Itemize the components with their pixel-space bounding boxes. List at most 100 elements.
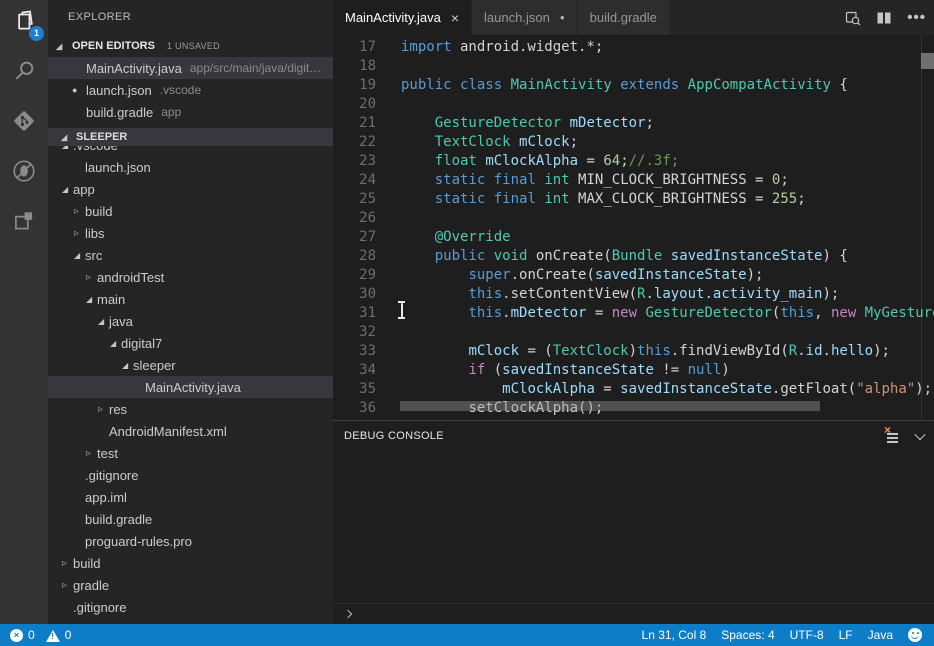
explorer-badge: 1	[29, 26, 44, 41]
status-indentation[interactable]: Spaces: 4	[721, 628, 774, 642]
open-editor-item-build-gradle[interactable]: build.gradleapp	[48, 101, 333, 123]
token: final	[494, 191, 536, 207]
open-preview-icon[interactable]	[845, 10, 861, 26]
token: TextClock	[435, 134, 511, 150]
token	[401, 229, 435, 245]
debug-console-input[interactable]	[333, 603, 934, 624]
token: final	[494, 172, 536, 188]
token	[401, 305, 468, 321]
token	[401, 362, 468, 378]
vertical-scrollbar-track[interactable]	[921, 35, 934, 420]
tree-item-vscode[interactable]: ◢.vscode	[48, 146, 333, 156]
status-cursor-position[interactable]: Ln 31, Col 8	[642, 628, 707, 642]
token: ;	[645, 115, 653, 131]
horizontal-scrollbar[interactable]	[400, 401, 820, 411]
token	[485, 191, 493, 207]
tree-item-build[interactable]: ▹build	[48, 200, 333, 222]
vertical-scrollbar-thumb[interactable]	[921, 53, 934, 69]
token: ;	[620, 153, 628, 169]
clear-console-icon[interactable]: ×	[884, 428, 900, 444]
tree-item-androidtest[interactable]: ▹androidTest	[48, 266, 333, 288]
token	[679, 77, 687, 93]
token: .onCreate(	[511, 267, 595, 283]
code-text: float mClockAlpha = 64;//.3f;	[401, 152, 679, 171]
more-actions-icon[interactable]: •••	[907, 10, 926, 26]
extensions-icon	[11, 208, 37, 237]
split-editor-icon[interactable]	[876, 10, 892, 26]
tree-item-launch-json[interactable]: launch.json	[48, 156, 333, 178]
tree-item-build[interactable]: ▹build	[48, 552, 333, 574]
tree-item-libs[interactable]: ▹libs	[48, 222, 333, 244]
open-editor-item-launch-json[interactable]: ●launch.json.vscode	[48, 79, 333, 101]
section-header-sleeper[interactable]: ◢ SLEEPER	[48, 128, 333, 146]
token: )	[629, 343, 637, 359]
tree-item-label: src	[85, 248, 102, 263]
twistie-expanded-icon: ◢	[61, 133, 72, 142]
code-line: 24 static final int MIN_CLOCK_BRIGHTNESS…	[333, 171, 934, 190]
line-number: 33	[333, 342, 376, 361]
tree-item-res[interactable]: ▹res	[48, 398, 333, 420]
tree-item-main[interactable]: ◢main	[48, 288, 333, 310]
token: =	[578, 153, 603, 169]
open-editors-header[interactable]: ◢ OPEN EDITORS 1 UNSAVED	[48, 35, 333, 57]
open-editor-item-mainactivity-java[interactable]: MainActivity.javaapp/src/main/java/digit…	[48, 57, 333, 79]
search-activity-button[interactable]	[10, 58, 38, 86]
code-line: 32	[333, 323, 934, 342]
tree-item-app-iml[interactable]: app.iml	[48, 486, 333, 508]
tree-item-test[interactable]: ▹test	[48, 442, 333, 464]
token: )	[721, 362, 729, 378]
token: R	[789, 343, 797, 359]
tree-item-androidmanifest-xml[interactable]: AndroidManifest.xml	[48, 420, 333, 442]
explorer-activity-button[interactable]: 1	[10, 8, 38, 36]
code-editor[interactable]: 17import android.widget.*;1819public cla…	[333, 35, 934, 420]
code-line: 33 mClock = (TextClock)this.findViewById…	[333, 342, 934, 361]
close-panel-chevron-icon[interactable]	[914, 429, 925, 440]
tree-item-java[interactable]: ◢java	[48, 310, 333, 332]
tree-item-src[interactable]: ◢src	[48, 244, 333, 266]
tree-item-digital7[interactable]: ◢digital7	[48, 332, 333, 354]
code-text: this.setContentView(R.layout.activity_ma…	[401, 285, 839, 304]
token	[401, 343, 468, 359]
token	[561, 115, 569, 131]
tree-item-gradle[interactable]: ▹gradle	[48, 574, 333, 596]
close-icon[interactable]: ×	[451, 11, 459, 25]
token: 255	[772, 191, 797, 207]
feedback-smiley-icon[interactable]	[908, 628, 922, 642]
token	[401, 134, 435, 150]
token: static	[435, 172, 486, 188]
code-line: 27 @Override	[333, 228, 934, 247]
prompt-chevron-icon	[344, 610, 352, 618]
code-line: 21 GestureDetector mDetector;	[333, 114, 934, 133]
token: float	[435, 153, 477, 169]
problems-indicator[interactable]: × 0 ! 0	[0, 628, 71, 642]
twistie-collapsed-icon: ▹	[86, 272, 97, 283]
open-editor-name: launch.json	[86, 83, 152, 98]
tree-item-sleeper[interactable]: ◢sleeper	[48, 354, 333, 376]
twistie-expanded-icon: ◢	[110, 339, 121, 348]
status-eol[interactable]: LF	[839, 628, 853, 642]
tree-item-app[interactable]: ◢app	[48, 178, 333, 200]
tree-item-gitignore[interactable]: .gitignore	[48, 464, 333, 486]
tree-item-build-gradle[interactable]: build.gradle	[48, 508, 333, 530]
tab-launch-json[interactable]: launch.json●	[472, 0, 578, 35]
tab-mainactivity-java[interactable]: MainActivity.java ×	[333, 0, 472, 35]
token: if	[468, 362, 485, 378]
token: onCreate(	[527, 248, 611, 264]
source-control-activity-button[interactable]	[10, 108, 38, 136]
tree-item-mainactivity-java[interactable]: MainActivity.java	[48, 376, 333, 398]
dirty-indicator: ●	[72, 85, 86, 95]
debug-activity-button[interactable]	[10, 158, 38, 186]
tab-build-gradle[interactable]: build.gradle	[578, 0, 670, 35]
tab-label: MainActivity.java	[345, 10, 441, 25]
vscode-window: 1	[0, 0, 934, 646]
code-text: GestureDetector mDetector;	[401, 114, 654, 133]
line-number: 26	[333, 209, 376, 228]
tree-item-gitignore[interactable]: .gitignore	[48, 596, 333, 618]
status-language-mode[interactable]: Java	[868, 628, 893, 642]
extensions-activity-button[interactable]	[10, 208, 38, 236]
status-encoding[interactable]: UTF-8	[790, 628, 824, 642]
token: public	[435, 248, 486, 264]
line-number: 32	[333, 323, 376, 342]
sidebar-title: EXPLORER	[48, 0, 333, 35]
tree-item-proguard-rules-pro[interactable]: proguard-rules.pro	[48, 530, 333, 552]
